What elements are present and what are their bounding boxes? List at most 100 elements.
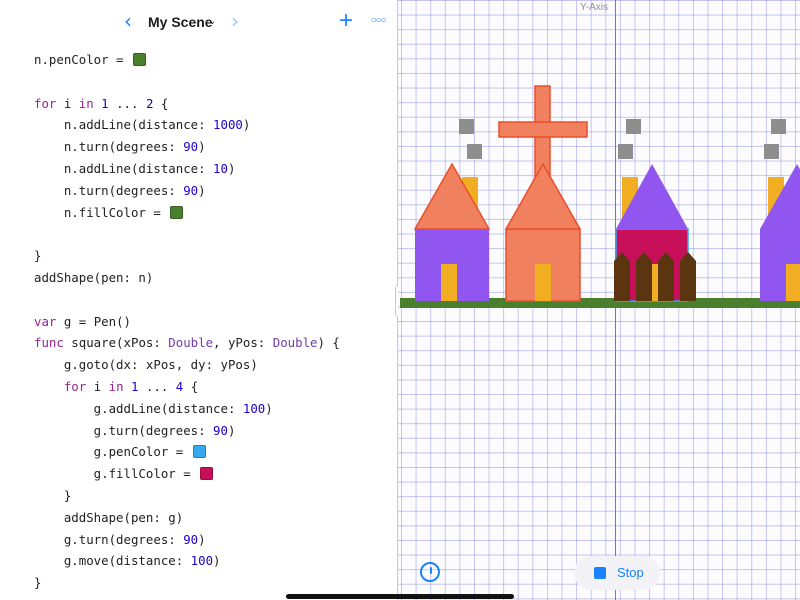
code-token: Double bbox=[168, 335, 214, 351]
code-token: g = Pen() bbox=[56, 313, 131, 329]
code-token: g.penColor = bbox=[34, 444, 191, 460]
code-line[interactable]: g.goto(dx: xPos, dy: yPos) bbox=[34, 354, 340, 376]
code-line[interactable]: n.fillColor = bbox=[34, 202, 340, 224]
code-line[interactable]: } bbox=[34, 245, 340, 267]
code-editor-panel: ‹ My Scene ⌄ › + ○○○ n.penColor = for i … bbox=[0, 0, 398, 600]
code-token: addShape(pen: n) bbox=[34, 269, 154, 285]
code-token: 90 bbox=[213, 422, 228, 438]
code-token: g.move(distance: bbox=[34, 553, 191, 569]
code-token: in bbox=[78, 95, 94, 111]
code-token: g.addLine(distance: bbox=[34, 400, 243, 416]
code-line[interactable] bbox=[34, 223, 340, 245]
code-line[interactable] bbox=[34, 289, 340, 311]
code-token: for bbox=[63, 378, 87, 394]
code-token: n.penColor = bbox=[34, 52, 131, 67]
stop-label: Stop bbox=[617, 565, 644, 580]
code-token: { bbox=[183, 378, 199, 394]
color-swatch[interactable] bbox=[192, 445, 206, 459]
code-token: for bbox=[34, 95, 57, 111]
color-swatch[interactable] bbox=[132, 53, 146, 66]
code-token: var bbox=[34, 313, 57, 329]
scene-canvas[interactable]: Y-Axis bbox=[398, 0, 800, 600]
code-line[interactable]: g.turn(degrees: 90) bbox=[34, 420, 340, 442]
code-line[interactable]: g.addLine(distance: 100) bbox=[34, 398, 340, 420]
code-token: i bbox=[56, 95, 79, 111]
code-token: 100 bbox=[190, 553, 214, 569]
code-body[interactable]: n.penColor = for i in 1 ... 2 { n.addLin… bbox=[34, 49, 340, 594]
code-token: ) bbox=[198, 531, 206, 547]
stop-button[interactable]: Stop bbox=[574, 556, 660, 590]
ellipsis-icon[interactable]: ○○○ bbox=[368, 10, 388, 32]
code-token: ... bbox=[108, 95, 146, 111]
chevron-left-icon[interactable]: ‹ bbox=[118, 10, 138, 32]
code-token: ) bbox=[265, 400, 273, 416]
code-line[interactable]: n.turn(degrees: 90) bbox=[34, 180, 340, 202]
code-line[interactable]: g.move(distance: 100) bbox=[34, 550, 340, 572]
fence-picket bbox=[614, 252, 630, 301]
code-token: } bbox=[34, 487, 72, 503]
fence-picket bbox=[636, 252, 652, 301]
code-token: func bbox=[34, 335, 64, 351]
code-token: 1 bbox=[101, 95, 109, 111]
code-line[interactable]: n.turn(degrees: 90) bbox=[34, 136, 340, 158]
code-token: i bbox=[86, 378, 109, 394]
code-token: { bbox=[153, 95, 169, 111]
code-token: n.turn(degrees: bbox=[34, 139, 184, 155]
church-roof bbox=[504, 162, 582, 230]
code-token: g.turn(degrees: bbox=[34, 531, 184, 547]
code-token: n.fillColor = bbox=[34, 204, 169, 220]
scene-drawing bbox=[400, 85, 800, 308]
code-token: } bbox=[34, 248, 42, 264]
code-line[interactable]: g.fillColor = bbox=[34, 463, 340, 485]
house-3-roof bbox=[760, 164, 800, 229]
code-token: 90 bbox=[183, 182, 199, 198]
code-line[interactable]: } bbox=[34, 572, 340, 594]
code-token: 100 bbox=[242, 400, 266, 416]
house-1-smoke-top bbox=[459, 119, 474, 134]
code-token: ) bbox=[242, 117, 251, 133]
code-line[interactable]: n.penColor = bbox=[34, 49, 340, 71]
code-line[interactable]: n.addLine(distance: 10) bbox=[34, 158, 340, 180]
home-indicator[interactable] bbox=[286, 594, 514, 599]
navigation-bar: ‹ My Scene ⌄ › + ○○○ bbox=[0, 0, 398, 42]
house-2-smoke-bottom bbox=[618, 144, 633, 159]
scene-title[interactable]: My Scene bbox=[148, 12, 213, 32]
chevron-right-icon[interactable]: › bbox=[225, 10, 245, 32]
code-line[interactable]: var g = Pen() bbox=[34, 311, 340, 333]
code-token: ) bbox=[198, 182, 206, 198]
code-line[interactable]: addShape(pen: n) bbox=[34, 267, 340, 289]
code-token: 1000 bbox=[213, 117, 243, 133]
house-2-smoke-top bbox=[626, 119, 641, 134]
code-line[interactable]: for i in 1 ... 2 { bbox=[34, 93, 340, 115]
color-swatch[interactable] bbox=[170, 205, 184, 219]
code-token: ) bbox=[227, 160, 236, 176]
code-line[interactable]: n.addLine(distance: 1000) bbox=[34, 114, 340, 136]
church-cross-horizontal bbox=[498, 121, 588, 138]
code-token: ... bbox=[138, 378, 176, 394]
code-line[interactable]: g.penColor = bbox=[34, 441, 340, 463]
code-token: 90 bbox=[183, 531, 199, 547]
code-token: in bbox=[108, 378, 124, 394]
code-line[interactable]: g.turn(degrees: 90) bbox=[34, 529, 340, 551]
code-line[interactable]: } bbox=[34, 485, 340, 507]
code-line[interactable] bbox=[34, 71, 340, 93]
code-line[interactable]: addShape(pen: g) bbox=[34, 507, 340, 529]
code-token: ) bbox=[227, 422, 236, 438]
code-line[interactable]: for i in 1 ... 4 { bbox=[34, 376, 340, 398]
code-token: n.addLine(distance: bbox=[34, 160, 214, 176]
stop-icon bbox=[594, 567, 606, 579]
church-door bbox=[535, 264, 551, 301]
code-token: n.addLine(distance: bbox=[34, 117, 214, 133]
color-swatch[interactable] bbox=[200, 467, 214, 481]
speedometer-icon[interactable] bbox=[420, 562, 440, 582]
speed-needle bbox=[430, 567, 432, 574]
house-1-smoke-bottom bbox=[467, 144, 482, 159]
code-token: g.turn(degrees: bbox=[34, 422, 214, 438]
code-line[interactable]: func square(xPos: Double, yPos: Double) … bbox=[34, 332, 340, 354]
plus-icon[interactable]: + bbox=[336, 9, 356, 33]
fence-picket bbox=[680, 252, 696, 301]
code-token: } bbox=[34, 575, 42, 591]
code-token: addShape(pen: g) bbox=[34, 509, 184, 525]
chevron-down-icon[interactable]: ⌄ bbox=[208, 12, 220, 32]
